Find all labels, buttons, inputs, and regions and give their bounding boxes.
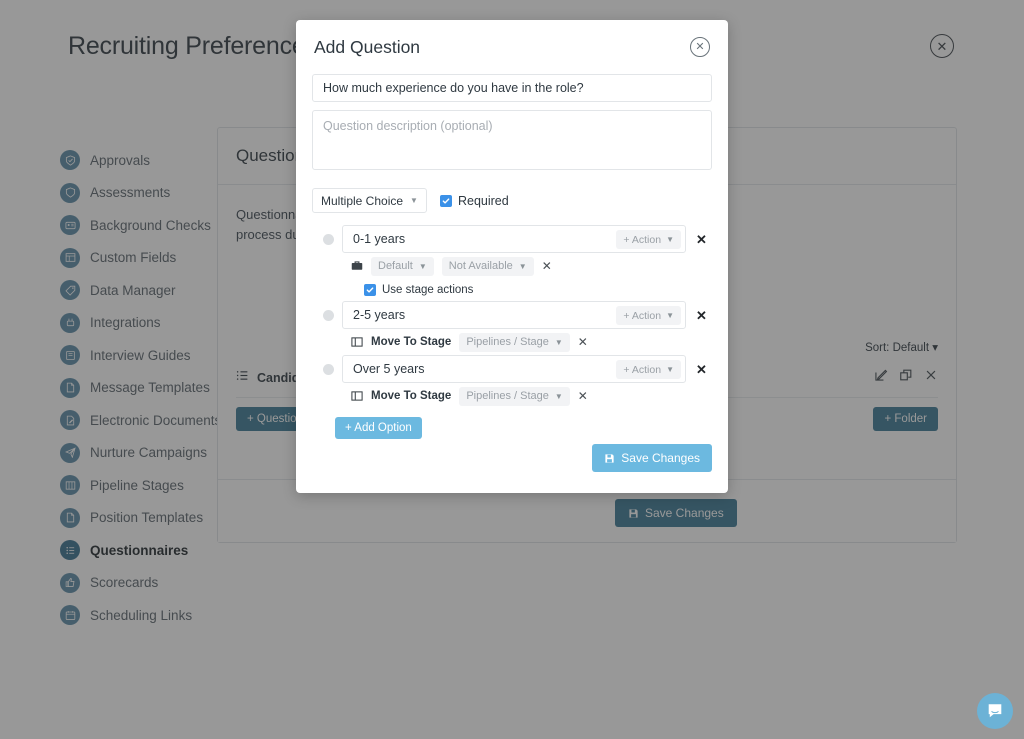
chevron-down-icon: ▼ [666,235,674,244]
question-type-select[interactable]: Multiple Choice ▼ [312,188,427,213]
modal-save-button[interactable]: Save Changes [592,444,712,472]
option-text-input[interactable] [343,302,618,328]
modal-title: Add Question [314,37,420,58]
add-action-button[interactable]: + Action ▼ [616,360,681,379]
option-text-input[interactable] [343,226,618,252]
action-select[interactable]: Default ▼ [371,257,434,276]
columns-icon [351,390,363,402]
remove-action-button[interactable]: ✕ [542,260,552,272]
add-action-label: + Action [623,364,661,376]
question-type-value: Multiple Choice [321,194,403,208]
chevron-down-icon: ▼ [666,311,674,320]
action-select[interactable]: Not Available ▼ [442,257,534,276]
modal-close-button[interactable]: ✕ [690,37,710,57]
action-row: Move To Stage Pipelines / Stage ▼ ✕ [312,384,712,408]
chevron-down-icon: ▼ [555,392,563,401]
add-action-label: + Action [623,234,661,246]
question-description-input[interactable] [312,110,712,170]
required-checkbox[interactable]: Required [440,194,509,208]
chevron-down-icon: ▼ [419,262,427,271]
radio-unselected-icon[interactable] [323,234,334,245]
use-stage-actions-checkbox[interactable]: Use stage actions [312,280,712,300]
modal-body: Multiple Choice ▼ Required + Action ▼ ✕ Def… [296,74,728,439]
option-row: + Action ▼ ✕ [312,224,712,254]
action-select-value: Pipelines / Stage [466,390,549,402]
action-select-value: Not Available [449,260,513,272]
option-block: + Action ▼ ✕ Default ▼ Not Available ▼ ✕ Use sta… [312,224,712,300]
action-row: Move To Stage Pipelines / Stage ▼ ✕ [312,330,712,354]
chevron-down-icon: ▼ [519,262,527,271]
modal-save-label: Save Changes [621,451,700,465]
action-label: Move To Stage [371,336,451,348]
option-block: + Action ▼ ✕ Move To Stage Pipelines / Stage… [312,354,712,408]
modal-footer: Save Changes [296,423,728,493]
required-label: Required [458,194,509,208]
option-row: + Action ▼ ✕ [312,300,712,330]
option-input-wrap: + Action ▼ [342,225,686,253]
checkbox-checked-icon [440,195,452,207]
chevron-down-icon: ▼ [410,196,418,205]
option-input-wrap: + Action ▼ [342,301,686,329]
close-icon: ✕ [695,42,704,53]
remove-action-button[interactable]: ✕ [578,390,588,402]
question-title-input[interactable] [312,74,712,102]
add-action-button[interactable]: + Action ▼ [616,306,681,325]
action-row: Default ▼ Not Available ▼ ✕ [312,254,712,278]
chat-launcher-button[interactable] [977,693,1013,729]
remove-option-button[interactable]: ✕ [696,233,707,246]
chevron-down-icon: ▼ [555,338,563,347]
action-label: Move To Stage [371,390,451,402]
question-type-row: Multiple Choice ▼ Required [312,188,712,213]
action-select-value: Default [378,260,413,272]
action-select[interactable]: Pipelines / Stage ▼ [459,387,569,406]
chevron-down-icon: ▼ [666,365,674,374]
action-select-value: Pipelines / Stage [466,336,549,348]
briefcase-icon [351,260,363,272]
add-action-button[interactable]: + Action ▼ [616,230,681,249]
use-stage-actions-label: Use stage actions [382,284,473,296]
remove-action-button[interactable]: ✕ [578,336,588,348]
remove-option-button[interactable]: ✕ [696,363,707,376]
option-block: + Action ▼ ✕ Move To Stage Pipelines / Stage… [312,300,712,354]
save-icon [604,453,615,464]
action-select[interactable]: Pipelines / Stage ▼ [459,333,569,352]
radio-unselected-icon[interactable] [323,364,334,375]
add-question-modal: Add Question ✕ Multiple Choice ▼ Require… [296,20,728,493]
option-text-input[interactable] [343,356,618,382]
option-input-wrap: + Action ▼ [342,355,686,383]
option-row: + Action ▼ ✕ [312,354,712,384]
add-action-label: + Action [623,310,661,322]
checkbox-checked-icon [364,284,376,296]
radio-unselected-icon[interactable] [323,310,334,321]
modal-header: Add Question ✕ [296,20,728,74]
remove-option-button[interactable]: ✕ [696,309,707,322]
chat-bubble-icon [986,702,1004,720]
options-list: + Action ▼ ✕ Default ▼ Not Available ▼ ✕ Use sta… [312,224,712,408]
columns-icon [351,336,363,348]
